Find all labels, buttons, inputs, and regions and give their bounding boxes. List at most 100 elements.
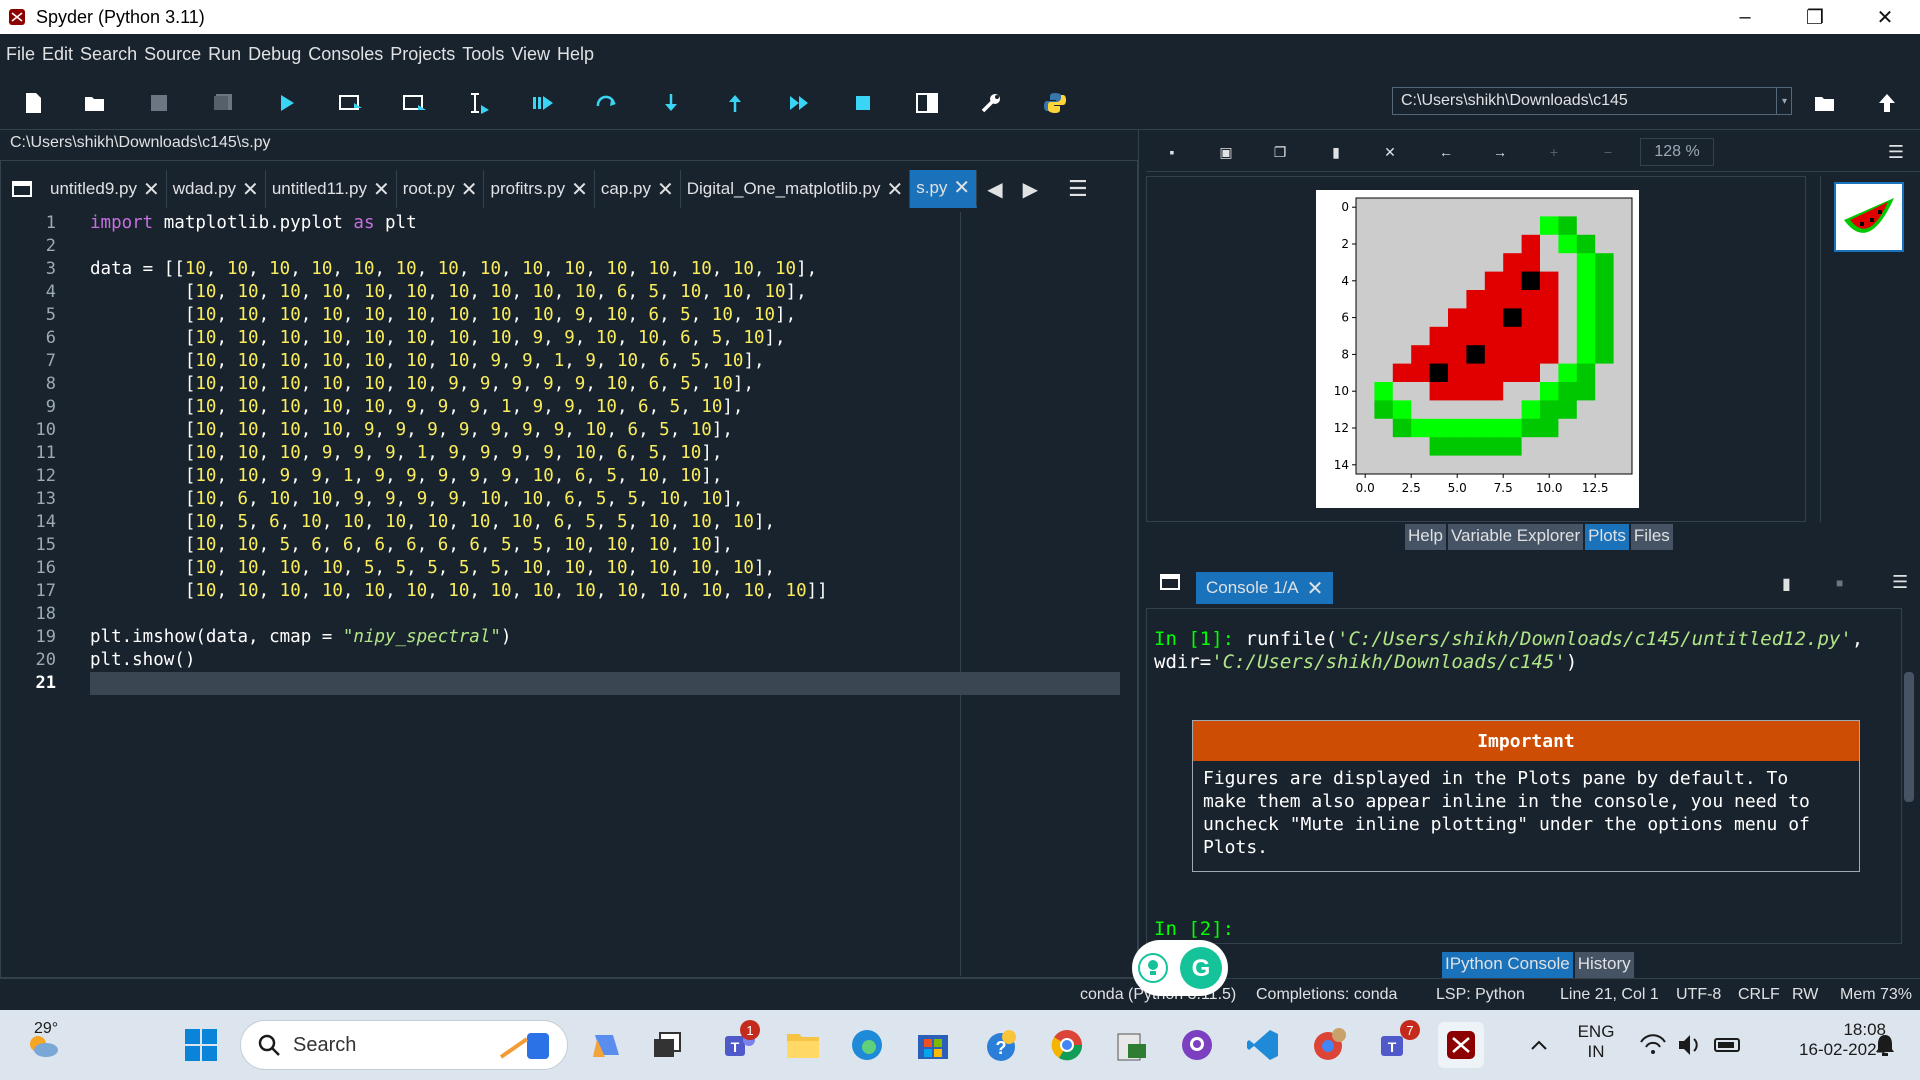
spreadsheet-app-icon[interactable]: [1108, 1022, 1154, 1068]
task-view-icon[interactable]: [644, 1022, 690, 1068]
clear-console-icon[interactable]: ▮: [1782, 574, 1791, 594]
tab-root[interactable]: root.py ✕: [396, 170, 485, 208]
plot-thumbnail[interactable]: [1834, 182, 1904, 252]
tab-untitled11[interactable]: untitled11.py ✕: [265, 170, 397, 208]
language-indicator[interactable]: ENG IN: [1576, 1022, 1616, 1062]
tab-wdad[interactable]: wdad.py ✕: [166, 170, 266, 208]
tab-history[interactable]: History: [1574, 952, 1634, 978]
working-directory-input[interactable]: C:\Users\shikh\Downloads\c145: [1392, 87, 1792, 115]
next-plot-icon[interactable]: →: [1490, 142, 1510, 162]
tab-plots[interactable]: Plots: [1585, 524, 1629, 550]
start-button[interactable]: [178, 1022, 224, 1068]
pane-splitter[interactable]: [1138, 130, 1144, 978]
menu-tools[interactable]: Tools: [462, 44, 504, 65]
close-tab-icon[interactable]: ✕: [571, 177, 588, 202]
show-hidden-icons[interactable]: [1516, 1022, 1562, 1068]
tab-files[interactable]: Files: [1630, 524, 1673, 550]
open-file-icon[interactable]: [80, 88, 110, 118]
browse-tabs-icon[interactable]: [0, 181, 44, 197]
run-selection-icon[interactable]: [464, 88, 494, 118]
save-plot-icon[interactable]: ▪: [1162, 142, 1182, 162]
run-cell-advance-icon[interactable]: [400, 88, 430, 118]
close-tab-icon[interactable]: ✕: [242, 177, 259, 202]
maximize-pane-icon[interactable]: [912, 88, 942, 118]
menu-view[interactable]: View: [511, 44, 550, 65]
preferences-wrench-icon[interactable]: [976, 88, 1006, 118]
debug-file-icon[interactable]: [528, 88, 558, 118]
menu-run[interactable]: Run: [208, 44, 241, 65]
close-tab-icon[interactable]: ✕: [143, 177, 160, 202]
tab-cap[interactable]: cap.py ✕: [594, 170, 681, 208]
remove-plot-icon[interactable]: ▮: [1326, 142, 1346, 162]
file-explorer-icon[interactable]: [780, 1022, 826, 1068]
chrome-profile-icon[interactable]: [1306, 1022, 1352, 1068]
tab-digital-one-matplotlib[interactable]: Digital_One_matplotlib.py ✕: [680, 170, 911, 208]
new-file-icon[interactable]: [18, 88, 48, 118]
parent-directory-icon[interactable]: [1872, 88, 1902, 118]
close-tab-icon[interactable]: ✕: [886, 177, 903, 202]
working-directory-dropdown[interactable]: ▾: [1776, 87, 1792, 115]
stop-console-icon[interactable]: ■: [1836, 576, 1843, 590]
menu-consoles[interactable]: Consoles: [308, 44, 383, 65]
zoom-in-icon[interactable]: +: [1544, 142, 1564, 162]
tab-console-1a[interactable]: Console 1/A ✕: [1196, 572, 1334, 604]
tab-scroll-left-icon[interactable]: ◀: [987, 177, 1002, 202]
taskbar-search[interactable]: Search: [240, 1020, 568, 1070]
notifications-icon[interactable]: [1862, 1022, 1908, 1068]
close-window-button[interactable]: ✕: [1850, 0, 1920, 34]
get-help-icon[interactable]: ?: [978, 1022, 1024, 1068]
run-cell-icon[interactable]: [336, 88, 366, 118]
minimize-button[interactable]: –: [1710, 0, 1780, 34]
console-options-menu-icon[interactable]: ☰: [1892, 572, 1908, 593]
tab-untitled9[interactable]: untitled9.py ✕: [44, 170, 167, 208]
status-completions[interactable]: Completions: conda: [1256, 986, 1397, 1004]
tab-s-py[interactable]: s.py ✕: [910, 170, 978, 208]
save-icon[interactable]: [144, 88, 174, 118]
copy-plot-icon[interactable]: ❐: [1270, 142, 1290, 162]
close-tab-icon[interactable]: ✕: [373, 177, 390, 202]
close-tab-icon[interactable]: ✕: [657, 177, 674, 202]
close-tab-icon[interactable]: ✕: [953, 175, 970, 200]
menu-projects[interactable]: Projects: [390, 44, 455, 65]
github-icon[interactable]: [1174, 1022, 1220, 1068]
status-lsp[interactable]: LSP: Python: [1436, 986, 1525, 1004]
run-file-icon[interactable]: [272, 88, 302, 118]
save-all-plots-icon[interactable]: ▣: [1216, 142, 1236, 162]
console-scroll-thumb[interactable]: [1904, 672, 1914, 802]
edge-icon[interactable]: [844, 1022, 890, 1068]
step-return-icon[interactable]: [720, 88, 750, 118]
grammarly-widget[interactable]: G: [1132, 940, 1228, 996]
continue-icon[interactable]: [784, 88, 814, 118]
menu-debug[interactable]: Debug: [248, 44, 301, 65]
tab-ipython-console[interactable]: IPython Console: [1442, 952, 1573, 978]
tab-scroll-right-icon[interactable]: ▶: [1023, 177, 1038, 202]
save-all-icon[interactable]: [208, 88, 238, 118]
close-tab-icon[interactable]: ✕: [461, 177, 478, 202]
close-console-tab-icon[interactable]: ✕: [1307, 576, 1324, 601]
browse-console-tabs-icon[interactable]: [1160, 574, 1180, 595]
code-editor[interactable]: 1 2 3 4 5 6 7 8 9 10 11 12 13 14 15 16 17 18 19 20 21 import…: [2, 212, 1122, 976]
previous-plot-icon[interactable]: ←: [1436, 142, 1456, 162]
chrome-icon[interactable]: [1044, 1022, 1090, 1068]
restore-button[interactable]: ❐: [1780, 0, 1850, 34]
stop-debug-icon[interactable]: [848, 88, 878, 118]
microsoft-store-icon[interactable]: [910, 1022, 956, 1068]
vscode-icon[interactable]: [1240, 1022, 1286, 1068]
remove-all-plots-icon[interactable]: ✕: [1380, 142, 1400, 162]
quick-settings[interactable]: [1632, 1022, 1752, 1068]
plots-options-menu-icon[interactable]: ☰: [1886, 142, 1906, 162]
editor-options-menu-icon[interactable]: ☰: [1068, 176, 1088, 202]
python-path-icon[interactable]: [1040, 88, 1070, 118]
step-into-icon[interactable]: [656, 88, 686, 118]
step-over-icon[interactable]: [592, 88, 622, 118]
browse-directory-icon[interactable]: [1810, 88, 1840, 118]
tab-help[interactable]: Help: [1405, 524, 1446, 550]
menu-file[interactable]: File: [6, 44, 35, 65]
zoom-out-icon[interactable]: −: [1598, 142, 1618, 162]
tab-profitrs[interactable]: profitrs.py ✕: [484, 170, 595, 208]
menu-search[interactable]: Search: [80, 44, 137, 65]
spyder-taskbar-icon[interactable]: [1438, 1022, 1484, 1068]
tab-variable-explorer[interactable]: Variable Explorer: [1447, 524, 1584, 550]
menu-help[interactable]: Help: [557, 44, 594, 65]
menu-edit[interactable]: Edit: [42, 44, 73, 65]
